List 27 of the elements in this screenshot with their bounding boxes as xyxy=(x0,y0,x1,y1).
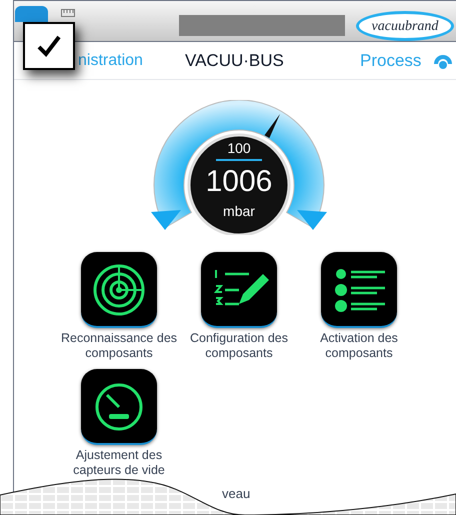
tile-label: Configuration des composants xyxy=(189,331,289,361)
pressure-value: 1006 xyxy=(204,167,274,197)
keyboard-icon xyxy=(61,9,75,17)
tile-label: Ajustement des capteurs de vide xyxy=(72,448,166,478)
setpoint-value: 100 xyxy=(226,139,252,158)
brand-logo: vacuubrand xyxy=(356,11,454,41)
process-link[interactable]: Process xyxy=(360,48,422,74)
back-link[interactable]: nistration xyxy=(78,48,143,72)
pressure-unit: mbar xyxy=(222,202,256,221)
tile-label: Activation des composants xyxy=(319,331,399,361)
page-title: VACUU·BUS xyxy=(185,50,284,72)
range-marker-icon xyxy=(151,210,181,230)
speedometer-icon xyxy=(96,384,142,430)
tool-tile[interactable] xyxy=(81,369,157,445)
checkbox[interactable] xyxy=(36,33,62,59)
app-icon[interactable] xyxy=(15,6,48,22)
gauge-needle xyxy=(264,114,280,138)
tile-label: veau xyxy=(222,485,250,503)
tool-tile[interactable] xyxy=(81,252,157,328)
tool-tile[interactable] xyxy=(201,252,277,328)
range-marker-icon xyxy=(297,210,327,230)
checklist-icon xyxy=(335,269,386,312)
radar-icon xyxy=(94,264,144,316)
tool-tile[interactable] xyxy=(321,252,397,328)
tile-label: Reconnaissance des composants xyxy=(60,331,178,361)
numbered-list-icon xyxy=(214,269,269,306)
signal-icon xyxy=(432,54,454,70)
